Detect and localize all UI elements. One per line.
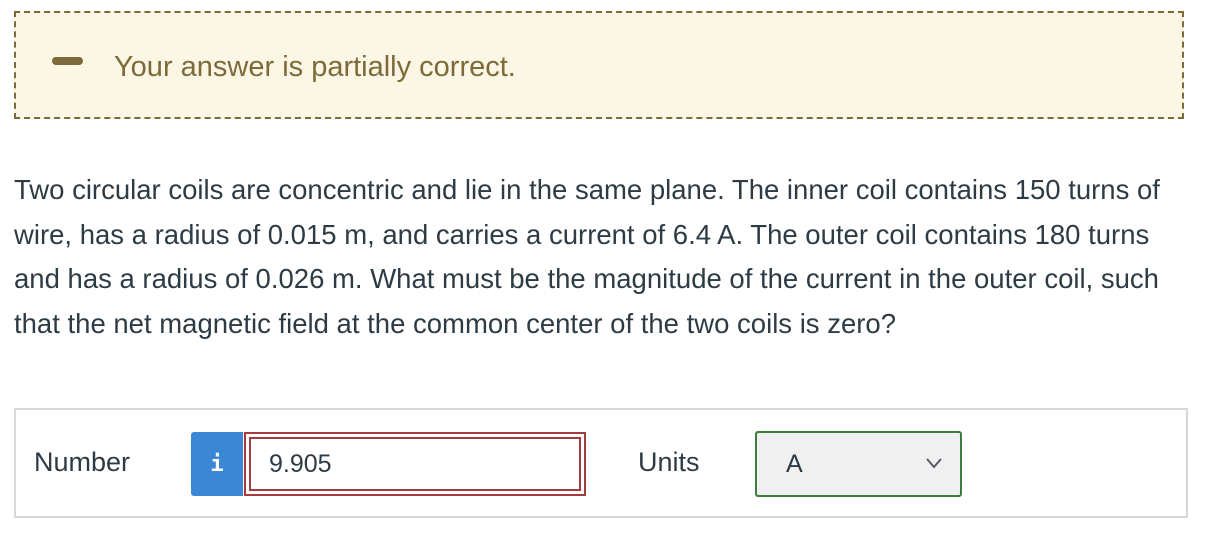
feedback-banner: Your answer is partially correct.	[14, 11, 1184, 119]
number-input[interactable]	[249, 437, 581, 491]
units-select[interactable]: A	[755, 431, 962, 497]
units-label: Units	[638, 447, 700, 477]
number-label: Number	[34, 447, 131, 477]
feedback-message: Your answer is partially correct.	[114, 51, 516, 83]
units-selected-value: A	[786, 450, 803, 478]
chevron-down-icon	[926, 458, 942, 469]
answer-panel: Number i Units A	[14, 408, 1188, 518]
question-text: Two circular coils are concentric and li…	[14, 174, 1160, 339]
info-icon: i	[210, 451, 224, 477]
number-input-wrapper	[244, 432, 586, 496]
partial-credit-dash-icon	[52, 57, 83, 65]
info-button[interactable]: i	[191, 432, 243, 496]
